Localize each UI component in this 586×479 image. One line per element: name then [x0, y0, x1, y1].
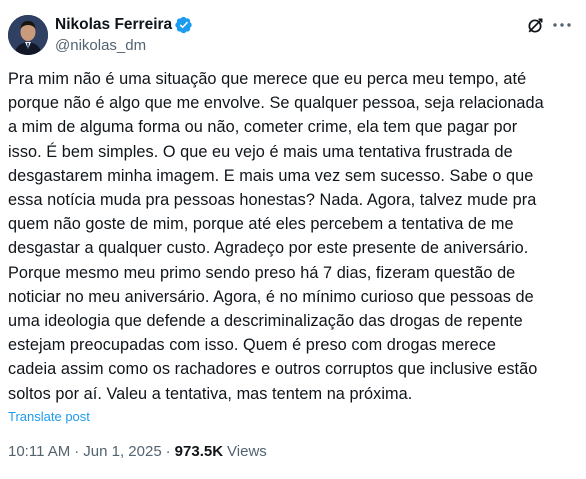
- tweet-time[interactable]: 10:11 AM: [8, 443, 70, 460]
- name-row: Nikolas Ferreira: [55, 15, 193, 35]
- tweet-text-line: estejam preocupadas com isso. Quem é pre…: [8, 336, 497, 355]
- translate-post-link[interactable]: Translate post: [8, 409, 90, 424]
- grok-icon[interactable]: [526, 17, 544, 35]
- views-count: 973.5K: [174, 443, 224, 460]
- tweet-text-line: Pra mim não é uma situação que merece qu…: [8, 70, 527, 88]
- tweet-meta: 10:11 AM · Jun 1, 2025 · 973.5K Views: [8, 443, 267, 460]
- tweet-text-line: essa notícia muda pra pessoas honestas? …: [8, 191, 537, 210]
- meta-separator: ·: [74, 443, 80, 460]
- tweet-text-line: isso. É bem simples. O que eu vejo é mai…: [8, 142, 513, 161]
- tweet-text-line: quem não goste de mim, porque até eles p…: [8, 215, 514, 234]
- tweet-text: Pra mim não é uma situação que merece qu…: [8, 67, 576, 406]
- tweet-text-line: uma ideologia que defende a descriminali…: [8, 312, 523, 331]
- avatar[interactable]: [8, 15, 48, 55]
- tweet-text-line: porque não é algo que me envolve. Se qua…: [8, 94, 544, 113]
- tweet-text-line: noticiar no meu aniversário. Agora, é no…: [8, 287, 534, 306]
- tweet-text-line: soltos por aí. Valeu a tentativa, mas te…: [8, 384, 413, 403]
- more-options-icon[interactable]: [552, 15, 572, 35]
- meta-separator: ·: [165, 443, 171, 460]
- display-name[interactable]: Nikolas Ferreira: [55, 16, 172, 34]
- verified-badge-icon[interactable]: [175, 16, 193, 34]
- author-names: Nikolas Ferreira @nikolas_dm: [55, 15, 193, 54]
- handle[interactable]: @nikolas_dm: [55, 37, 193, 54]
- tweet-text-line: desgastarem minha imagem. E mais uma vez…: [8, 166, 534, 185]
- tweet-header: Nikolas Ferreira @nikolas_dm: [8, 15, 576, 59]
- views-label: Views: [227, 443, 267, 460]
- tweet-text-line: desgastar a qualquer custo. Agradeço por…: [8, 239, 529, 258]
- tweet-card: Nikolas Ferreira @nikolas_dm Pra mim não…: [0, 0, 586, 479]
- tweet-date[interactable]: Jun 1, 2025: [83, 443, 161, 460]
- tweet-text-line: Porque mesmo meu primo sendo preso há 7 …: [8, 263, 516, 282]
- tweet-text-line: a mim de alguma forma ou não, cometer cr…: [8, 118, 518, 137]
- avatar-image: [8, 15, 48, 55]
- tweet-text-line: cadeia assim como os rachadores e outros…: [8, 360, 538, 379]
